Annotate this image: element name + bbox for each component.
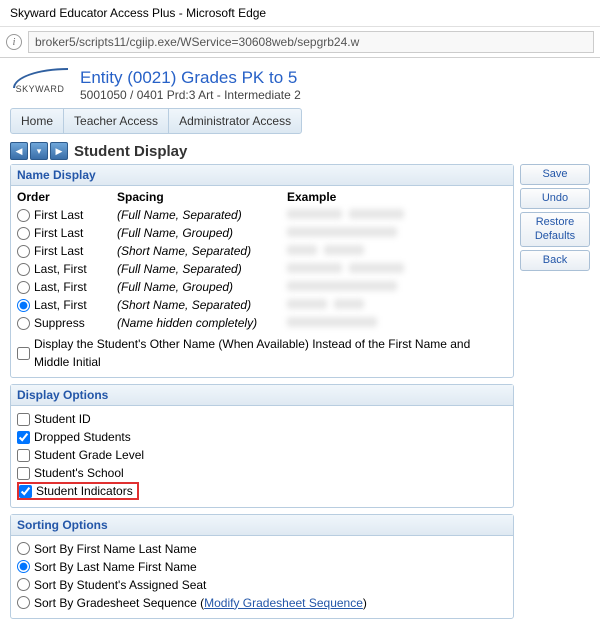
label-order: Last, First — [34, 280, 87, 294]
label-spacing: (Short Name, Separated) — [117, 242, 287, 260]
label-spacing: (Full Name, Grouped) — [117, 278, 287, 296]
radio-first-last-sep[interactable] — [17, 209, 30, 222]
radio-first-last-short[interactable] — [17, 245, 30, 258]
url-box[interactable]: broker5/scripts11/cgiip.exe/WService=306… — [28, 31, 594, 53]
nav-arrows: ◀ ▾ ▶ — [10, 142, 68, 160]
label-spacing: (Full Name, Separated) — [117, 260, 287, 278]
nav-next-button[interactable]: ▶ — [50, 142, 68, 160]
label-other-name: Display the Student's Other Name (When A… — [34, 335, 507, 371]
restore-defaults-button[interactable]: Restore Defaults — [520, 212, 590, 246]
skyward-logo: SKYWARD — [10, 68, 70, 94]
tab-teacher-access[interactable]: Teacher Access — [64, 109, 169, 133]
label-sort-first-last: Sort By First Name Last Name — [34, 540, 197, 558]
entity-title: Entity (0021) Grades PK to 5 — [80, 68, 301, 88]
panel-sorting-options: Sorting Options Sort By First Name Last … — [10, 514, 514, 619]
nav-prev-button[interactable]: ◀ — [10, 142, 28, 160]
label-order: First Last — [34, 244, 83, 258]
label-sort-last-first: Sort By Last Name First Name — [34, 558, 197, 576]
label-spacing: (Full Name, Grouped) — [117, 224, 287, 242]
label-student-indicators: Student Indicators — [36, 484, 133, 498]
window-title: Skyward Educator Access Plus - Microsoft… — [0, 0, 600, 27]
page-title: Student Display — [74, 143, 187, 160]
undo-button[interactable]: Undo — [520, 188, 590, 209]
label-order: Last, First — [34, 298, 87, 312]
label-order: Last, First — [34, 262, 87, 276]
checkbox-student-school[interactable] — [17, 467, 30, 480]
label-order: First Last — [34, 208, 83, 222]
label-student-school: Student's School — [34, 464, 124, 482]
info-icon: i — [6, 34, 22, 50]
radio-sort-gradesheet[interactable] — [17, 596, 30, 609]
checkbox-dropped-students[interactable] — [17, 431, 30, 444]
col-header-example: Example — [287, 190, 507, 204]
save-button[interactable]: Save — [520, 164, 590, 185]
tab-administrator-access[interactable]: Administrator Access — [169, 109, 301, 133]
tab-home[interactable]: Home — [11, 109, 64, 133]
panel-header-name-display: Name Display — [11, 165, 513, 186]
label-student-id: Student ID — [34, 410, 91, 428]
nav-tabs: Home Teacher Access Administrator Access — [10, 108, 302, 134]
label-sort-seat: Sort By Student's Assigned Seat — [34, 576, 206, 594]
radio-sort-first-last[interactable] — [17, 542, 30, 555]
address-bar: i broker5/scripts11/cgiip.exe/WService=3… — [0, 27, 600, 58]
checkbox-student-id[interactable] — [17, 413, 30, 426]
link-modify-gradesheet[interactable]: Modify Gradesheet Sequence — [204, 594, 363, 612]
radio-last-first-grp[interactable] — [17, 281, 30, 294]
radio-sort-last-first[interactable] — [17, 560, 30, 573]
col-header-order: Order — [17, 190, 117, 204]
label-grade-level: Student Grade Level — [34, 446, 144, 464]
checkbox-other-name[interactable] — [17, 347, 30, 360]
highlight-student-indicators: Student Indicators — [17, 482, 139, 500]
back-button[interactable]: Back — [520, 250, 590, 271]
radio-suppress[interactable] — [17, 317, 30, 330]
panel-name-display: Name Display Order Spacing Example First… — [10, 164, 514, 378]
checkbox-student-indicators[interactable] — [19, 485, 32, 498]
radio-first-last-grp[interactable] — [17, 227, 30, 240]
label-spacing: (Short Name, Separated) — [117, 296, 287, 314]
radio-sort-seat[interactable] — [17, 578, 30, 591]
entity-subtitle: 5001050 / 0401 Prd:3 Art - Intermediate … — [80, 88, 301, 102]
label-spacing: (Full Name, Separated) — [117, 206, 287, 224]
label-dropped-students: Dropped Students — [34, 428, 131, 446]
radio-last-first-sep[interactable] — [17, 263, 30, 276]
label-spacing: (Name hidden completely) — [117, 314, 287, 332]
label-order: First Last — [34, 226, 83, 240]
panel-header-sorting-options: Sorting Options — [11, 515, 513, 536]
panel-header-display-options: Display Options — [11, 385, 513, 406]
panel-display-options: Display Options Student ID Dropped Stude… — [10, 384, 514, 508]
col-header-spacing: Spacing — [117, 190, 287, 204]
nav-dropdown-button[interactable]: ▾ — [30, 142, 48, 160]
checkbox-grade-level[interactable] — [17, 449, 30, 462]
radio-last-first-short[interactable] — [17, 299, 30, 312]
label-order: Suppress — [34, 316, 85, 330]
label-sort-gradesheet: Sort By Gradesheet Sequence — [34, 594, 197, 612]
